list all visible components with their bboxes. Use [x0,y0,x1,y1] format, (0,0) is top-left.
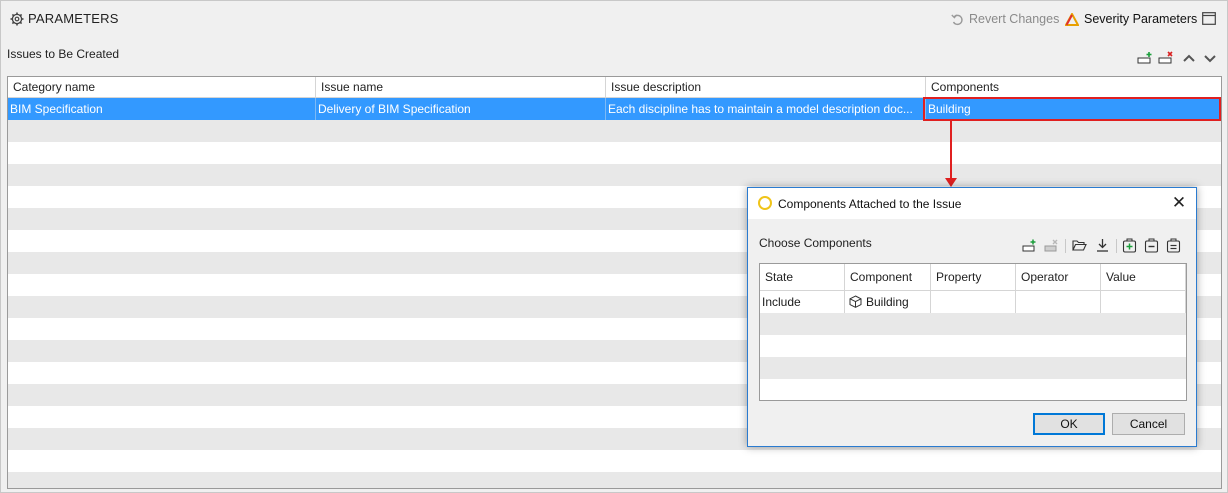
cell-state[interactable]: Include [760,291,845,313]
move-up-icon[interactable] [1181,51,1197,65]
empty-row [760,379,1186,400]
ok-button[interactable]: OK [1033,413,1105,435]
cell-component-label: Building [866,295,909,309]
choose-components-title: Choose Components [759,236,872,250]
issues-section-title: Issues to Be Created [7,47,120,61]
empty-row [8,164,1221,186]
parameters-panel: PARAMETERS Revert Changes Severity Param… [0,0,1228,493]
revert-changes-button[interactable]: Revert Changes [951,10,1059,28]
close-icon[interactable]: ✕ [1170,194,1188,212]
components-dialog: Components Attached to the Issue ✕ Choos… [747,187,1197,447]
panel-title: PARAMETERS [28,11,119,26]
delete-row-icon[interactable] [1044,238,1059,253]
severity-parameters-button[interactable]: Severity Parameters [1065,10,1197,28]
column-header-issue-name[interactable]: Issue name [316,77,606,98]
add-row-icon[interactable] [1137,51,1153,65]
cube-icon [849,295,862,308]
revert-changes-label: Revert Changes [969,12,1060,26]
download-icon[interactable] [1095,238,1110,253]
callout-arrow [950,121,952,179]
clear-item-icon[interactable] [1166,238,1181,253]
column-header-component[interactable]: Component [845,264,931,291]
dialog-title: Components Attached to the Issue [778,197,962,211]
cell-component[interactable]: Building [845,291,931,313]
column-header-issue-description[interactable]: Issue description [606,77,926,98]
column-header-components[interactable]: Components [926,77,1221,98]
empty-row [8,472,1221,488]
delete-row-icon[interactable] [1158,51,1174,65]
empty-row [8,120,1221,142]
cell-issue-description[interactable]: Each discipline has to maintain a model … [606,98,924,120]
issues-table-header: Category name Issue name Issue descripti… [8,77,1221,98]
empty-row [8,142,1221,164]
remove-item-icon[interactable] [1144,238,1159,253]
table-row[interactable]: Include Building [760,291,1186,313]
cell-property[interactable] [931,291,1016,313]
dialog-app-icon [758,196,772,210]
dialog-titlebar: Components Attached to the Issue ✕ [748,188,1196,219]
cell-issue-name[interactable]: Delivery of BIM Specification [316,98,604,120]
column-header-property[interactable]: Property [931,264,1016,291]
cell-value[interactable] [1101,291,1186,313]
empty-row [8,450,1221,472]
column-header-operator[interactable]: Operator [1016,264,1101,291]
gear-icon [10,12,24,26]
column-header-value[interactable]: Value [1101,264,1186,291]
move-down-icon[interactable] [1202,51,1218,65]
open-folder-icon[interactable] [1072,238,1087,253]
toolbar-separator [1116,239,1117,253]
cell-operator[interactable] [1016,291,1101,313]
callout-arrow-head [945,178,957,187]
cell-category[interactable]: BIM Specification [8,98,314,120]
add-item-icon[interactable] [1122,238,1137,253]
column-header-category[interactable]: Category name [8,77,316,98]
severity-icon [1065,12,1079,26]
column-header-state[interactable]: State [760,264,845,291]
empty-row [760,335,1186,357]
panel-header: PARAMETERS Revert Changes Severity Param… [1,1,1227,37]
cancel-button[interactable]: Cancel [1112,413,1185,435]
maximize-icon[interactable] [1202,12,1216,25]
toolbar-separator [1065,239,1066,253]
add-row-icon[interactable] [1022,238,1037,253]
empty-row [760,357,1186,379]
severity-parameters-label: Severity Parameters [1084,12,1198,26]
components-cell-highlight [923,97,1221,121]
components-table-header: State Component Property Operator Value [760,264,1186,291]
revert-icon [951,13,963,25]
components-table: State Component Property Operator Value … [759,263,1187,401]
empty-row [760,313,1186,335]
